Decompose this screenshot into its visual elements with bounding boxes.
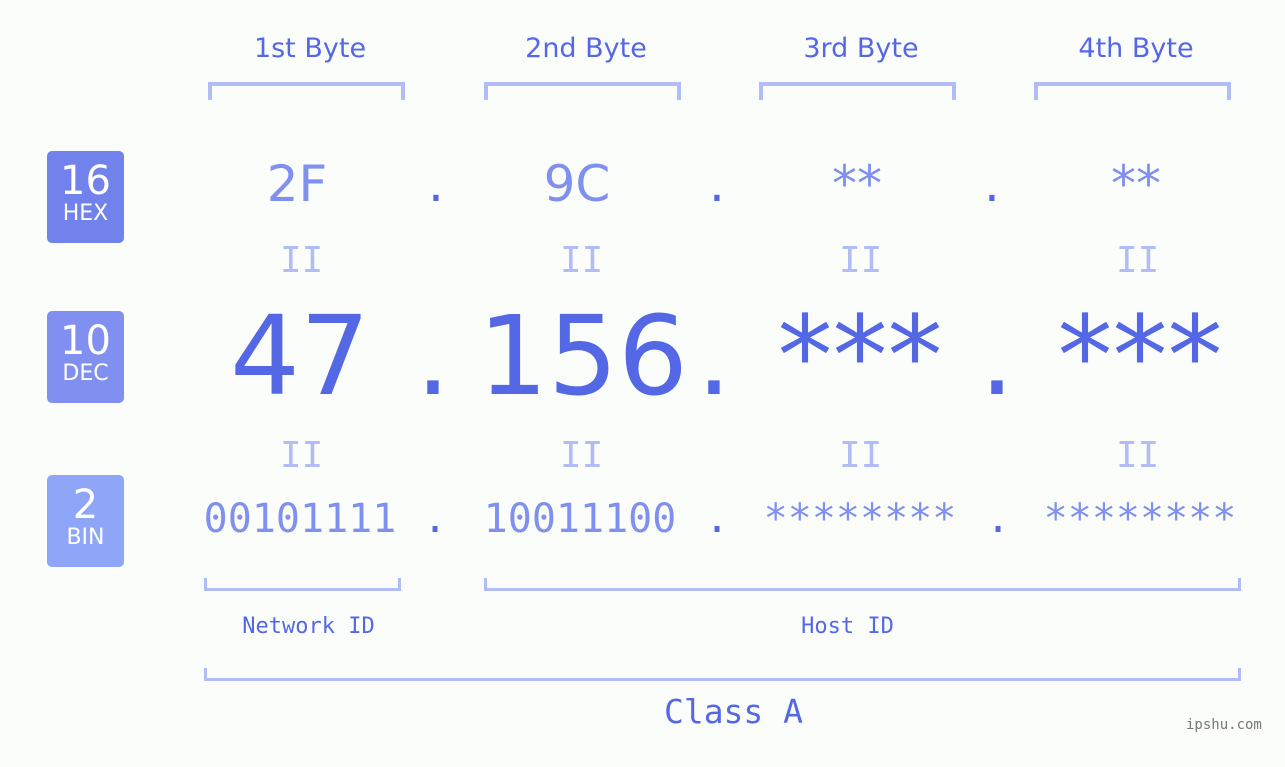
header-byte-3: 3rd Byte bbox=[803, 33, 919, 64]
equals-icon: II bbox=[280, 240, 324, 281]
dec-byte-4: *** bbox=[1057, 292, 1223, 420]
hex-byte-4: ** bbox=[1111, 155, 1161, 213]
hex-dot: . bbox=[709, 155, 725, 213]
equals-icon: II bbox=[1116, 435, 1160, 476]
host-id-bracket bbox=[484, 578, 1241, 591]
host-id-label: Host ID bbox=[801, 614, 894, 639]
equals-icon: II bbox=[1116, 240, 1160, 281]
class-label: Class A bbox=[663, 692, 804, 731]
network-id-label: Network ID bbox=[242, 614, 375, 639]
header-byte-1: 1st Byte bbox=[253, 33, 367, 64]
header-byte-4: 4th Byte bbox=[1078, 33, 1194, 64]
equals-icon: II bbox=[839, 240, 883, 281]
dec-badge: 10 DEC bbox=[47, 311, 124, 403]
byte-3-bracket bbox=[759, 82, 956, 100]
bin-byte-4: ******** bbox=[1043, 496, 1237, 542]
bin-dot: . bbox=[422, 496, 448, 542]
equals-icon: II bbox=[560, 435, 604, 476]
hex-badge-label: HEX bbox=[62, 201, 109, 226]
dec-badge-label: DEC bbox=[62, 361, 109, 386]
dec-byte-2: 156 bbox=[478, 292, 688, 420]
hex-badge: 16 HEX bbox=[47, 151, 124, 243]
bin-badge-label: BIN bbox=[66, 525, 105, 550]
byte-2-bracket bbox=[484, 82, 681, 100]
network-id-bracket bbox=[204, 578, 401, 591]
bin-byte-2: 10011100 bbox=[483, 496, 677, 542]
watermark: ipshu.com bbox=[1186, 717, 1262, 733]
hex-badge-number: 16 bbox=[60, 158, 111, 204]
equals-icon: II bbox=[280, 435, 324, 476]
bin-byte-1: 00101111 bbox=[203, 496, 397, 542]
equals-icon: II bbox=[560, 240, 604, 281]
hex-byte-3: ** bbox=[832, 155, 882, 213]
class-bracket bbox=[204, 668, 1241, 681]
hex-dot: . bbox=[984, 155, 1000, 213]
byte-1-bracket bbox=[208, 82, 405, 100]
header-byte-2: 2nd Byte bbox=[525, 33, 647, 64]
dec-badge-number: 10 bbox=[60, 318, 111, 364]
hex-byte-2: 9C bbox=[543, 155, 611, 213]
bin-badge: 2 BIN bbox=[47, 475, 124, 567]
equals-icon: II bbox=[839, 435, 883, 476]
bin-byte-3: ******** bbox=[763, 496, 957, 542]
bin-badge-number: 2 bbox=[72, 482, 99, 528]
byte-4-bracket bbox=[1034, 82, 1231, 100]
hex-dot: . bbox=[428, 155, 444, 213]
dec-byte-3: *** bbox=[777, 292, 943, 420]
dec-byte-1: 47 bbox=[230, 292, 370, 420]
hex-byte-1: 2F bbox=[266, 155, 328, 213]
